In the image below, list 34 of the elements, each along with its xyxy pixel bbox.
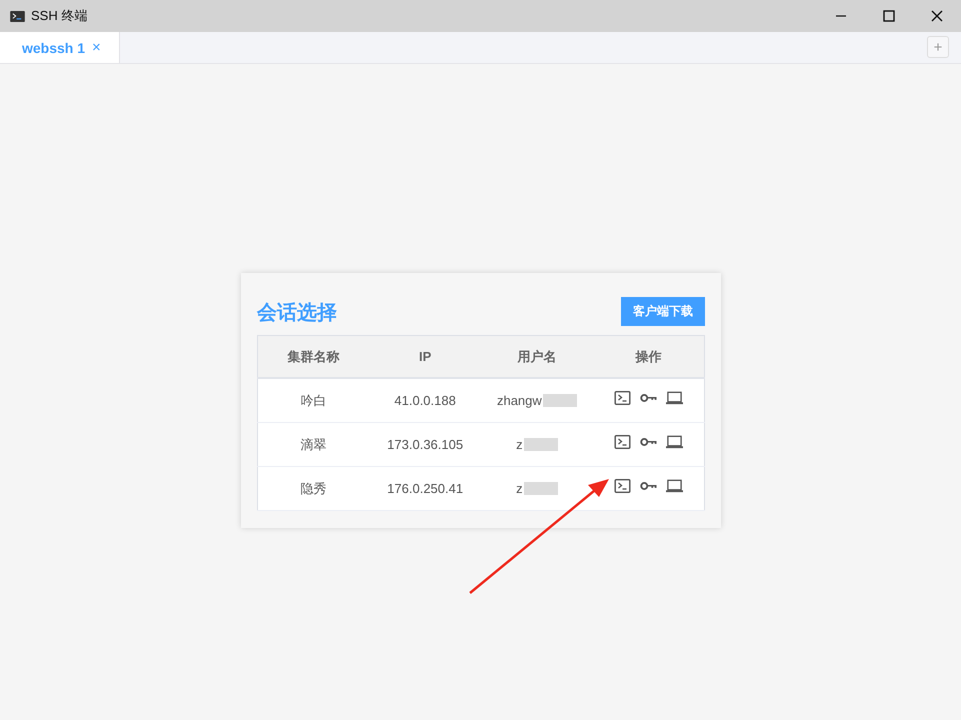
column-header: IP [369,336,481,378]
table-cell: z [516,437,523,452]
table-cell: zhangw [496,393,542,408]
terminal-icon[interactable] [614,391,631,405]
table-cell: z [516,481,523,496]
terminal-icon[interactable] [614,435,631,449]
key-icon[interactable] [640,435,657,449]
column-header: 操作 [592,336,704,378]
redaction-smear [524,482,558,495]
table-cell: 滴翠 [258,422,370,466]
close-tab-button[interactable]: × [92,39,101,56]
redaction-smear [542,394,577,407]
close-icon [931,10,943,22]
maximize-icon [883,10,895,22]
laptop-icon[interactable] [666,479,683,493]
column-header: 集群名称 [258,336,370,378]
window-title: SSH 终端 [31,7,88,25]
tab[interactable]: webssh 1 × [0,32,120,63]
key-icon[interactable] [640,479,657,493]
terminal-icon [10,10,25,22]
table-cell: 176.0.250.41 [369,466,481,510]
column-header: 用户名 [481,336,593,378]
table-cell: 173.0.36.105 [369,422,481,466]
table-cell: 隐秀 [258,466,370,510]
add-tab-button[interactable]: + [927,36,949,58]
table-cell: 41.0.0.188 [369,378,481,422]
laptop-icon[interactable] [666,391,683,405]
key-icon[interactable] [640,391,657,405]
laptop-icon[interactable] [666,435,683,449]
table-cell: 吟白 [258,378,370,422]
terminal-icon[interactable] [614,479,631,493]
redaction-smear [524,438,558,451]
download-button[interactable]: 客户端下载 [621,296,705,326]
panel-title: 会话选择 [257,301,337,326]
